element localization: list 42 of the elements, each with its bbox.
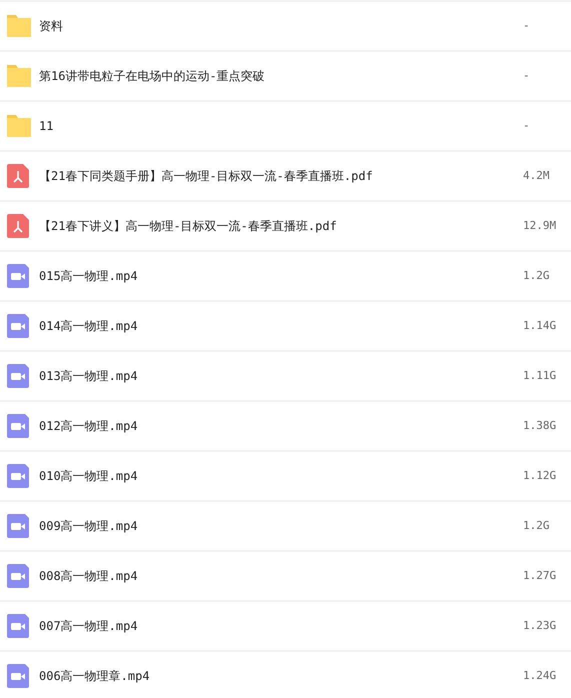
file-name[interactable]: 006高一物理章.mp4 (39, 667, 150, 685)
file-name[interactable]: 11 (39, 117, 54, 135)
file-name[interactable]: 【21春下同类题手册】高一物理-目标双一流-春季直播班.pdf (39, 167, 373, 185)
file-name[interactable]: 009高一物理.mp4 (39, 517, 138, 535)
file-name[interactable]: 008高一物理.mp4 (39, 567, 138, 585)
video-file-icon (7, 564, 29, 588)
folder-icon (7, 15, 31, 37)
pdf-file-icon (7, 164, 29, 188)
video-file-icon (7, 664, 29, 688)
file-name[interactable]: 【21春下讲义】高一物理-目标双一流-春季直播班.pdf (39, 217, 337, 235)
video-file-icon (7, 264, 29, 288)
video-file-icon (7, 414, 29, 438)
file-name[interactable]: 007高一物理.mp4 (39, 617, 138, 635)
file-size: 1.2G (523, 518, 550, 534)
file-size: 1.23G (523, 618, 558, 634)
file-size: 4.2M (523, 168, 550, 184)
file-size: 1.14G (523, 318, 558, 334)
file-size: 1.24G (523, 668, 558, 684)
file-size: 1.12G (523, 468, 558, 484)
file-name[interactable]: 第16讲带电粒子在电场中的运动-重点突破 (39, 67, 265, 85)
file-name[interactable]: 014高一物理.mp4 (39, 317, 138, 335)
file-name[interactable]: 013高一物理.mp4 (39, 367, 138, 385)
file-size: 1.38G (523, 418, 558, 434)
file-size: - (523, 18, 531, 34)
video-file-icon (7, 464, 29, 488)
file-size: 12.9M (523, 218, 558, 234)
file-name[interactable]: 012高一物理.mp4 (39, 417, 138, 435)
folder-icon (7, 65, 31, 87)
video-file-icon (7, 514, 29, 538)
file-name[interactable]: 010高一物理.mp4 (39, 467, 138, 485)
video-file-icon (7, 614, 29, 638)
file-size: - (523, 68, 531, 84)
file-name[interactable]: 资料 (39, 17, 63, 35)
folder-icon (7, 115, 31, 137)
pdf-file-icon (7, 214, 29, 238)
file-size: 1.27G (523, 568, 558, 584)
file-size: - (523, 118, 531, 134)
video-file-icon (7, 364, 29, 388)
file-size: 1.2G (523, 268, 550, 284)
video-file-icon (7, 314, 29, 338)
file-size: 1.11G (523, 368, 558, 384)
file-name[interactable]: 015高一物理.mp4 (39, 267, 138, 285)
